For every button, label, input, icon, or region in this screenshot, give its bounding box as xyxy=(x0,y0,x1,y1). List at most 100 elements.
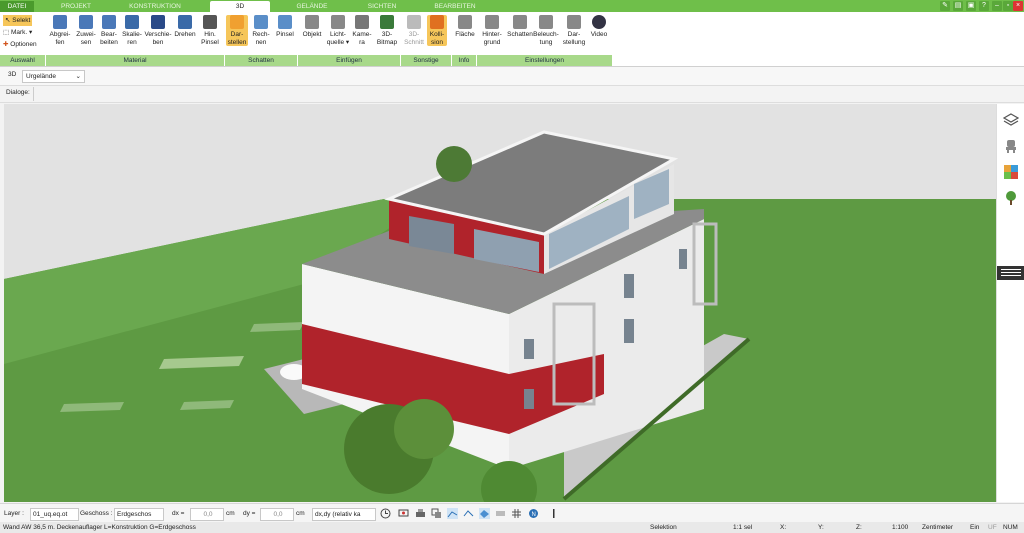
copy-icon[interactable] xyxy=(431,508,442,519)
restore-icon[interactable]: ▫ xyxy=(1003,1,1013,11)
3d-viewport[interactable] xyxy=(4,104,996,502)
material-icon[interactable] xyxy=(1003,164,1019,180)
dy-input[interactable]: 0,0 xyxy=(260,508,294,521)
abgreifen-button[interactable]: Abgrei-fen xyxy=(48,15,72,46)
verschieben-button[interactable]: Verschie-ben xyxy=(144,15,172,46)
help-icon[interactable]: ? xyxy=(979,1,989,11)
minimize-icon[interactable]: – xyxy=(992,1,1002,11)
optionen-button[interactable]: ✚ Optionen xyxy=(3,39,37,50)
printer-icon[interactable] xyxy=(415,508,426,519)
status-z: Z: xyxy=(856,524,862,531)
zuweisen-label-2: sen xyxy=(80,38,92,46)
drehen-button[interactable]: Drehen xyxy=(172,15,198,39)
kollision-label: Kolli- xyxy=(429,31,445,38)
group-info: Info xyxy=(452,55,477,66)
input-mode-select[interactable]: dx,dy (relativ ka xyxy=(312,508,376,521)
layer-select[interactable]: 01_uq.eq.ot xyxy=(30,508,79,521)
kamera-label-2: ra xyxy=(359,38,365,46)
3d-schnitt-label: 3D- xyxy=(408,31,420,38)
hintergrund-label-2: grund xyxy=(483,38,501,46)
input-bar: Layer : 01_uq.eq.ot Geschoss : Erdgescho… xyxy=(0,503,1024,523)
flaeche-label: Fläche xyxy=(455,31,475,38)
dx-input[interactable]: 0,0 xyxy=(190,508,224,521)
bearbeiten-button[interactable]: Bear-beiten xyxy=(98,15,120,46)
print-icon[interactable]: ▤ xyxy=(953,1,963,11)
objekt-button[interactable]: Objekt xyxy=(300,15,324,39)
tab-sichten[interactable]: SICHTEN xyxy=(352,1,412,12)
lichtquelle-button[interactable]: Licht-quelle ▾ xyxy=(326,15,350,46)
abgreifen-label-2: fen xyxy=(55,38,65,46)
status-x: X: xyxy=(780,524,787,531)
tab-gelaende[interactable]: GELÄNDE xyxy=(282,1,342,12)
selekt-label: Selekt xyxy=(12,17,31,24)
hin-pinsel-label: Hin. xyxy=(204,31,216,38)
schatten-icon xyxy=(513,15,527,29)
geschoss-label: Geschoss : xyxy=(80,510,113,517)
verschieben-label-2: ben xyxy=(152,38,164,46)
tab-projekt[interactable]: PROJEKT xyxy=(46,1,106,12)
north-icon[interactable]: N xyxy=(528,508,539,519)
tab-3d[interactable]: 3D xyxy=(210,1,270,12)
rechnen-button[interactable]: Rech-nen xyxy=(250,15,272,46)
pinsel-button[interactable]: Pinsel xyxy=(274,15,296,39)
tab-datei[interactable]: DATEI xyxy=(0,1,34,12)
snap-line-icon[interactable] xyxy=(447,508,458,519)
3d-bitmap-button[interactable]: 3D- Bitmap xyxy=(375,15,399,46)
darstellen-label: Dar- xyxy=(230,31,244,38)
kamera-button[interactable]: Kame-ra xyxy=(351,15,373,46)
kollision-button[interactable]: Kolli-sion xyxy=(427,15,447,46)
darstellen-icon xyxy=(230,15,244,29)
wall-icon[interactable] xyxy=(495,508,506,519)
3d-schnitt-label-2: Schnitt xyxy=(404,38,424,46)
rechnen-icon xyxy=(254,15,268,29)
hintergrund-button[interactable]: Hinter-grund xyxy=(480,15,504,46)
bearbeiten-icon xyxy=(102,15,116,29)
darstellen-label-2: stellen xyxy=(227,38,247,46)
video-button[interactable]: Video xyxy=(588,15,610,39)
tab-bearbeiten[interactable]: BEARBEITEN xyxy=(420,1,490,12)
zuweisen-button[interactable]: Zuwei-sen xyxy=(74,15,98,46)
video-label: Video xyxy=(590,31,608,38)
tree-icon[interactable] xyxy=(1003,190,1019,206)
rechnen-label: Rech- xyxy=(252,31,270,38)
tab-konstruktion[interactable]: KONSTRUKTION xyxy=(120,1,190,12)
snap-angle-icon[interactable] xyxy=(463,508,474,519)
skalieren-icon xyxy=(125,15,139,29)
schatten-button[interactable]: Schatten xyxy=(506,15,534,39)
video-icon xyxy=(592,15,606,29)
selekt-button[interactable]: ↖ Selekt xyxy=(3,15,33,26)
mode-label: 3D xyxy=(8,71,17,78)
clock-icon[interactable] xyxy=(380,508,391,519)
brush-icon[interactable]: ✎ xyxy=(940,1,950,11)
3d-schnitt-button[interactable]: 3D- Schnitt xyxy=(403,15,425,46)
geschoss-select[interactable]: Erdgeschos xyxy=(114,508,164,521)
chair-icon[interactable] xyxy=(1003,138,1019,154)
skalieren-button[interactable]: Skalie-ren xyxy=(120,15,144,46)
flaeche-button[interactable]: Fläche xyxy=(454,15,476,39)
pinsel-label: Pinsel xyxy=(276,31,294,38)
layers-icon[interactable] xyxy=(1003,112,1019,128)
ortho-icon[interactable] xyxy=(479,508,490,519)
status-ein: Ein xyxy=(970,524,980,531)
chevron-down-icon: ⌄ xyxy=(75,73,81,80)
beleuchtung-button[interactable]: Beleuch-tung xyxy=(532,15,560,46)
grid-icon[interactable] xyxy=(511,508,522,519)
beleuchtung-label-2: tung xyxy=(539,38,553,46)
lichtquelle-label: Licht- xyxy=(330,31,346,38)
lichtquelle-icon xyxy=(331,15,345,29)
cursor-line-icon[interactable] xyxy=(548,508,559,519)
skalieren-label-2: ren xyxy=(127,38,137,46)
mark-button[interactable]: ⬚ Mark. ▾ xyxy=(3,27,32,38)
lichtquelle-label-2: quelle ▾ xyxy=(326,38,350,46)
darstellen-button[interactable]: Dar-stellen xyxy=(226,15,248,46)
darstellung-button[interactable]: Dar-stellung xyxy=(560,15,588,46)
terrain-select[interactable]: Urgelände ⌄ xyxy=(22,70,85,83)
objekt-icon xyxy=(305,15,319,29)
close-icon[interactable]: × xyxy=(1013,1,1023,11)
hin-pinsel-button[interactable]: Hin. Pinsel xyxy=(198,15,222,46)
monitor-icon[interactable] xyxy=(398,508,409,519)
3d-scene[interactable] xyxy=(4,104,996,502)
panel-toggle-button[interactable] xyxy=(997,266,1024,280)
folder-icon[interactable]: ▣ xyxy=(966,1,976,11)
darstellung-label: Dar- xyxy=(567,31,581,38)
